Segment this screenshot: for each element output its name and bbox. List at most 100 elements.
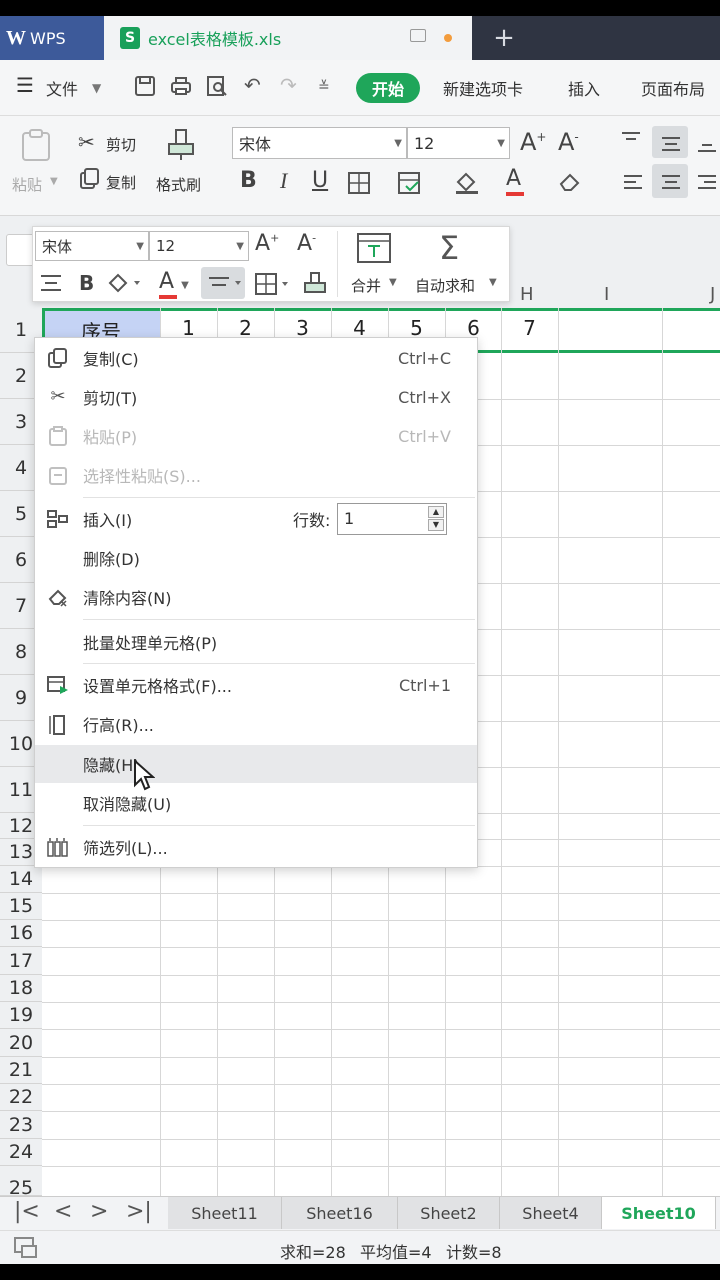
sheet-tab-active[interactable]: Sheet10 [602,1197,716,1229]
tab-start[interactable]: 开始 [356,73,420,103]
mini-fill-color-icon[interactable] [107,271,141,300]
format-painter-icon[interactable] [166,128,196,167]
save-icon[interactable] [134,75,156,101]
font-color-icon[interactable]: A [506,166,524,196]
sigma-icon[interactable]: Σ [439,229,459,267]
mini-borders-icon[interactable] [255,273,291,300]
mini-wrap-icon[interactable] [39,273,63,298]
menu-item-format-cells[interactable]: 设置单元格格式(F)... Ctrl+1 [35,667,477,703]
file-menu[interactable]: 文件 [46,76,78,100]
menu-item-row-height[interactable]: 行高(R)... [35,706,477,742]
wps-home-tab[interactable]: W WPS [0,16,104,60]
mini-format-painter-icon[interactable] [303,271,327,300]
sheet-tab[interactable]: Sheet16 [282,1197,398,1229]
chevron-down-icon[interactable]: ▼ [389,277,397,288]
cell-style-icon[interactable] [398,172,422,199]
row-header[interactable]: 16 [0,920,42,947]
more-chevron-icon[interactable]: ≚ [318,79,330,95]
row-count-input[interactable]: 1 ▲ ▼ [337,503,447,535]
align-left-icon[interactable] [622,172,644,196]
row-header[interactable]: 25 [0,1166,42,1196]
menu-item-delete[interactable]: 删除(D) [35,540,477,576]
merge-icon[interactable] [357,233,391,268]
menu-item-insert[interactable]: 插入(I) 行数: 1 ▲ ▼ [35,501,477,537]
scissors-icon[interactable]: ✂ [78,130,95,154]
row-header[interactable]: 22 [0,1084,42,1111]
align-bottom-icon[interactable] [696,134,718,158]
print-icon[interactable] [170,75,192,101]
paste-dropdown-icon[interactable]: ▼ [50,176,58,187]
eraser-icon[interactable] [558,170,582,197]
tab-new-tab[interactable]: 新建选项卡 [443,76,523,100]
cut-label[interactable]: 剪切 [106,134,136,155]
menu-item-paste[interactable]: 粘贴(P) Ctrl+V [35,418,477,454]
menu-item-clear-contents[interactable]: 清除内容(N) [35,579,477,615]
italic-button[interactable]: I [280,168,287,194]
bold-button[interactable]: B [240,168,257,193]
status-layout-icon[interactable] [14,1237,38,1263]
row-header[interactable]: 21 [0,1057,42,1084]
file-tab[interactable]: S excel表格模板.xls [104,16,472,60]
cell-h1[interactable]: 7 [501,316,558,340]
chevron-down-icon[interactable]: ▼ [489,277,497,288]
mini-decrease-font-icon[interactable]: A- [297,231,316,256]
row-header[interactable]: 18 [0,975,42,1002]
mini-increase-font-icon[interactable]: A+ [255,231,279,256]
menu-item-copy[interactable]: 复制(C) Ctrl+C [35,340,477,376]
sheet-tab[interactable]: Sheet4 [500,1197,602,1229]
row-header[interactable]: 23 [0,1111,42,1139]
first-sheet-icon[interactable]: |< [14,1199,40,1224]
monitor-icon[interactable] [410,29,426,42]
copy-label[interactable]: 复制 [106,172,136,193]
format-painter-label[interactable]: 格式刷 [156,174,201,195]
menu-item-unhide[interactable]: 取消隐藏(U) [35,785,477,821]
align-top-icon[interactable] [620,130,642,154]
font-size-select[interactable]: 12 ▼ [407,127,510,159]
menu-item-filter-columns[interactable]: 筛选列(L)... [35,829,477,865]
align-right-icon[interactable] [696,172,718,196]
autosum-label[interactable]: 自动求和 [415,275,475,296]
fill-color-icon[interactable] [454,170,480,199]
redo-icon[interactable]: ↷ [280,73,297,97]
chevron-down-icon[interactable]: ▼ [92,81,101,95]
column-header-h[interactable]: H [520,284,534,305]
decrease-font-icon[interactable]: A- [558,128,579,156]
column-header-i[interactable]: I [604,284,609,305]
menu-item-hide[interactable]: 隐藏(H) [35,745,477,791]
mini-font-color-icon[interactable]: A ▼ [159,269,189,299]
menu-item-paste-special[interactable]: 选择性粘贴(S)... [35,457,477,493]
borders-icon[interactable] [348,172,372,199]
new-tab-button[interactable]: + [488,16,520,60]
copy-icon[interactable] [80,168,100,195]
row-header[interactable]: 17 [0,947,42,975]
mini-bold-button[interactable]: B [79,271,94,295]
prev-sheet-icon[interactable]: < [54,1199,72,1224]
mini-font-name-select[interactable]: 宋体 ▼ [35,231,149,261]
mini-font-size-select[interactable]: 12 ▼ [149,231,249,261]
hamburger-icon[interactable]: ☰ [16,73,34,97]
menu-item-cut[interactable]: ✂ 剪切(T) Ctrl+X [35,379,477,415]
sheet-tab[interactable]: Sheet2 [398,1197,500,1229]
stepper-down-icon[interactable]: ▼ [428,519,444,531]
sheet-tab[interactable]: Sheet11 [168,1197,282,1229]
last-sheet-icon[interactable]: >| [126,1199,152,1224]
row-header[interactable]: 15 [0,893,42,920]
column-header-j[interactable]: J [710,284,715,305]
row-header[interactable]: 24 [0,1139,42,1166]
underline-button[interactable]: U [312,168,328,193]
tab-insert[interactable]: 插入 [568,76,600,100]
font-name-select[interactable]: 宋体 ▼ [232,127,407,159]
row-header[interactable]: 20 [0,1029,42,1057]
tab-page-layout[interactable]: 页面布局 [641,76,705,100]
undo-icon[interactable]: ↶ [244,73,261,97]
print-preview-icon[interactable] [206,75,228,101]
paste-label[interactable]: 粘贴 [12,174,42,195]
row-header[interactable]: 14 [0,866,42,893]
stepper-up-icon[interactable]: ▲ [428,506,444,518]
paste-icon[interactable] [20,128,52,167]
next-sheet-icon[interactable]: > [90,1199,108,1224]
increase-font-icon[interactable]: A+ [520,128,546,156]
menu-item-batch-cells[interactable]: 批量处理单元格(P) [35,624,477,660]
row-header[interactable]: 19 [0,1002,42,1029]
merge-label[interactable]: 合并 [351,275,381,296]
